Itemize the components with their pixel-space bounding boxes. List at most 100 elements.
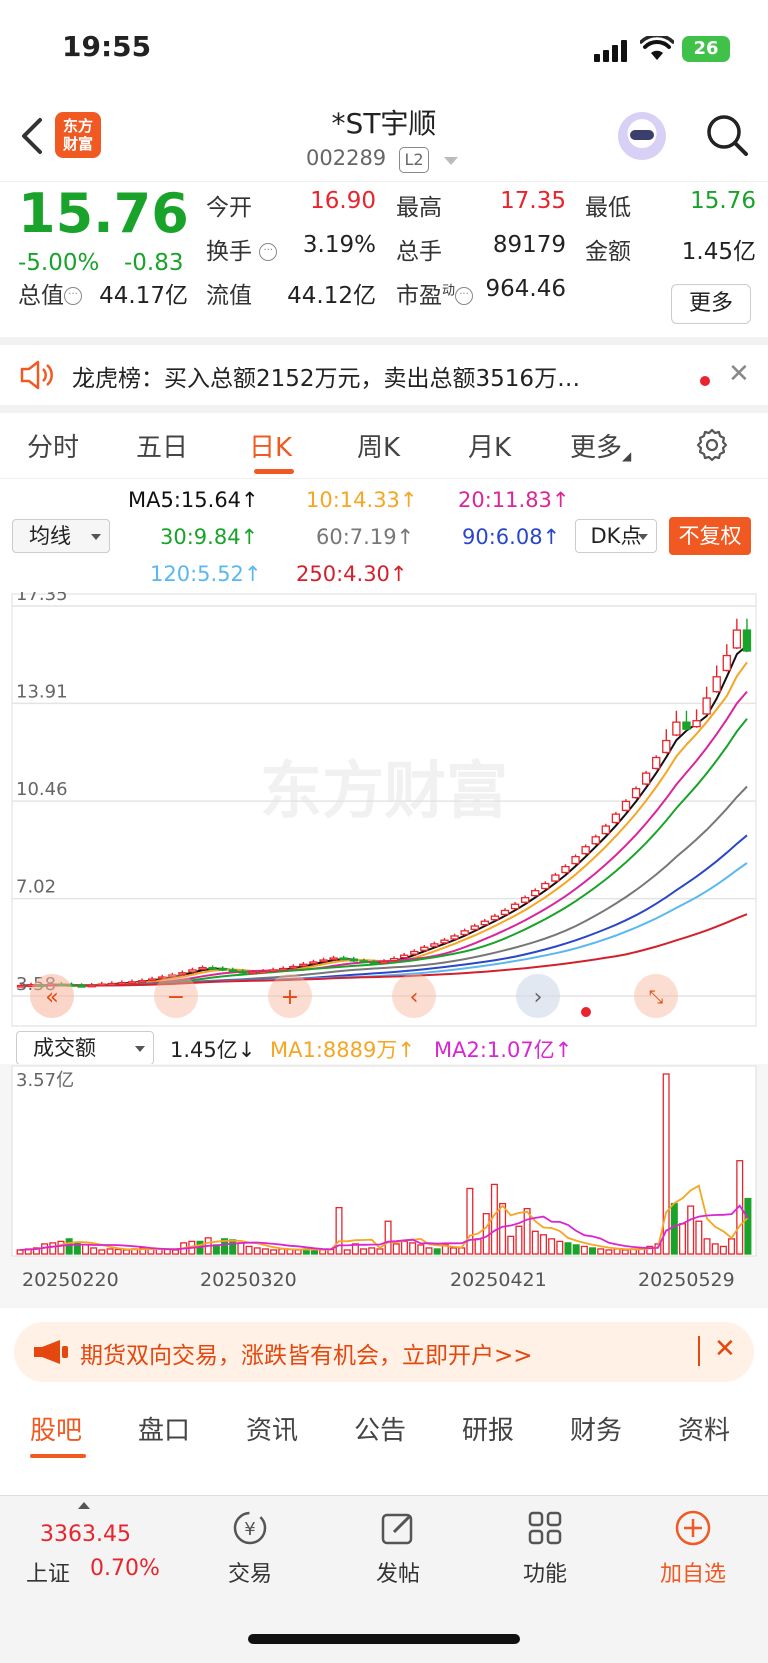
tab-news[interactable]: 资讯 [246,1410,298,1447]
nav-trade[interactable]: ¥ 交易 [195,1508,305,1588]
stock-code[interactable]: 002289 [306,146,386,170]
volume-bar [695,1220,703,1255]
volume-bar [474,1238,482,1255]
candle [278,967,288,971]
candle [97,983,106,987]
volume-bar [597,1248,605,1255]
tab-profile[interactable]: 资料 [678,1410,730,1447]
svg-text:«: « [45,985,58,1010]
index-percent[interactable]: 0.70% [90,1556,160,1581]
candle [541,882,550,890]
mktcap-label: 总值 ··· [18,276,82,310]
futures-ad-banner[interactable]: 期货双向交易，涨跌皆有机会，立即开户>> ✕ [14,1322,754,1382]
status-bar: 19:55 26 [0,0,768,96]
index-value[interactable]: 3363.45 [40,1522,131,1547]
tab-monthly-k[interactable]: 月K [468,427,511,464]
tab-5day[interactable]: 五日 [136,427,188,464]
active-tab-underline [30,1454,86,1458]
candle [490,915,500,921]
volume-bar [613,1248,621,1255]
section-tabs: 股吧 盘口 资讯 公告 研报 财务 资料 [0,1396,768,1462]
close-icon[interactable]: ✕ [714,1334,736,1364]
amount-value: 1.45亿 [681,239,756,265]
code-dropdown-icon[interactable] [444,157,458,165]
volume-bar [425,1247,433,1255]
volume-bar [605,1249,613,1255]
more-quote-button[interactable]: 更多 [671,284,751,324]
volume-bar [728,1238,736,1255]
volume-bar [261,1248,269,1255]
mktcap-value: 44.17亿 [99,283,188,309]
volume-value: 89179 [492,232,566,258]
volume-indicator-dropdown[interactable]: 成交额 [16,1031,154,1065]
candle [601,825,610,835]
banner-text: 期货双向交易，涨跌皆有机会，立即开户>> [80,1343,533,1369]
y-tick-label: 17.35 [16,592,68,605]
tab-daily-k[interactable]: 日K [249,427,292,464]
megaphone-icon [34,1340,68,1364]
info-icon: ··· [64,287,82,305]
tab-weekly-k[interactable]: 周K [357,427,400,464]
search-icon[interactable] [704,112,750,158]
ma120-label: 120:5.52↑ [150,562,262,586]
tab-more[interactable]: 更多◢ [570,427,631,464]
level2-badge[interactable]: L2 [399,147,429,173]
quote-panel: 15.76 -5.00% -0.83 今开 16.90 最高 17.35 最低 … [0,182,768,337]
tab-announcements[interactable]: 公告 [354,1410,406,1447]
volume-bar [482,1213,490,1255]
tab-intraday[interactable]: 分时 [27,427,79,464]
index-expand-icon[interactable] [78,1502,90,1509]
no-adjust-button[interactable]: 不复权 [669,517,751,555]
volume-bar [409,1242,417,1255]
candlestick-chart[interactable]: 东方财富 17.3513.9110.467.023.58 « − + ‹ › ⤡ [0,592,768,1028]
volume-bar [564,1242,572,1255]
candle [137,980,147,983]
volume-bar [343,1249,351,1255]
tab-research[interactable]: 研报 [462,1410,514,1447]
tab-pankou[interactable]: 盘口 [138,1410,190,1447]
candle [198,967,207,970]
svg-text:‹: ‹ [410,985,419,1010]
volume-bar [531,1230,539,1255]
volume-chart[interactable]: 3.57亿 20250220 20250320 20250421 2025052… [0,1064,768,1308]
candle [289,965,298,969]
candle [702,697,711,715]
tab-finance[interactable]: 财务 [570,1410,622,1447]
amount-label: 金额 [585,239,631,265]
volume-bar [556,1240,564,1255]
volume-bar [678,1223,687,1255]
pe-value: 964.46 [485,276,566,302]
dragon-tiger-notice[interactable]: 龙虎榜：买入总额2152万元，卖出总额3516万… ✕ [0,337,768,413]
candle [208,967,217,970]
candle [460,930,469,936]
volume-bar [90,1247,98,1255]
ma60-label: 60:7.19↑ [316,525,415,549]
gear-icon[interactable] [694,427,730,463]
candle [178,972,187,976]
tab-guba[interactable]: 股吧 [30,1410,82,1447]
candle [77,984,86,988]
nav-features[interactable]: 功能 [490,1508,600,1588]
candle [712,676,721,693]
candle [87,984,96,988]
divider [698,1336,700,1366]
volume-bar [65,1238,73,1255]
indicator-ma-dropdown[interactable]: 均线 [12,519,110,553]
candle [581,846,590,855]
candle [389,957,399,962]
candle [248,971,258,975]
open-label: 今开 [206,195,252,221]
wifi-icon [640,36,674,60]
x-tick-label: 20250421 [450,1269,547,1291]
volume-bar [572,1244,580,1255]
x-tick-label: 20250220 [22,1269,119,1291]
nav-add-watchlist[interactable]: 加自选 [638,1508,748,1588]
candle [500,909,510,916]
nav-post[interactable]: 发帖 [343,1508,453,1588]
bottom-nav: 3363.45 上证 0.70% ¥ 交易 发帖 功能 加自选 [0,1495,768,1663]
turnover-value: 3.19% [302,232,376,258]
ai-assistant-icon[interactable] [618,112,666,160]
close-icon[interactable]: ✕ [728,359,750,389]
index-name[interactable]: 上证 [26,1556,70,1588]
dk-point-dropdown[interactable]: DK点 [575,519,657,553]
